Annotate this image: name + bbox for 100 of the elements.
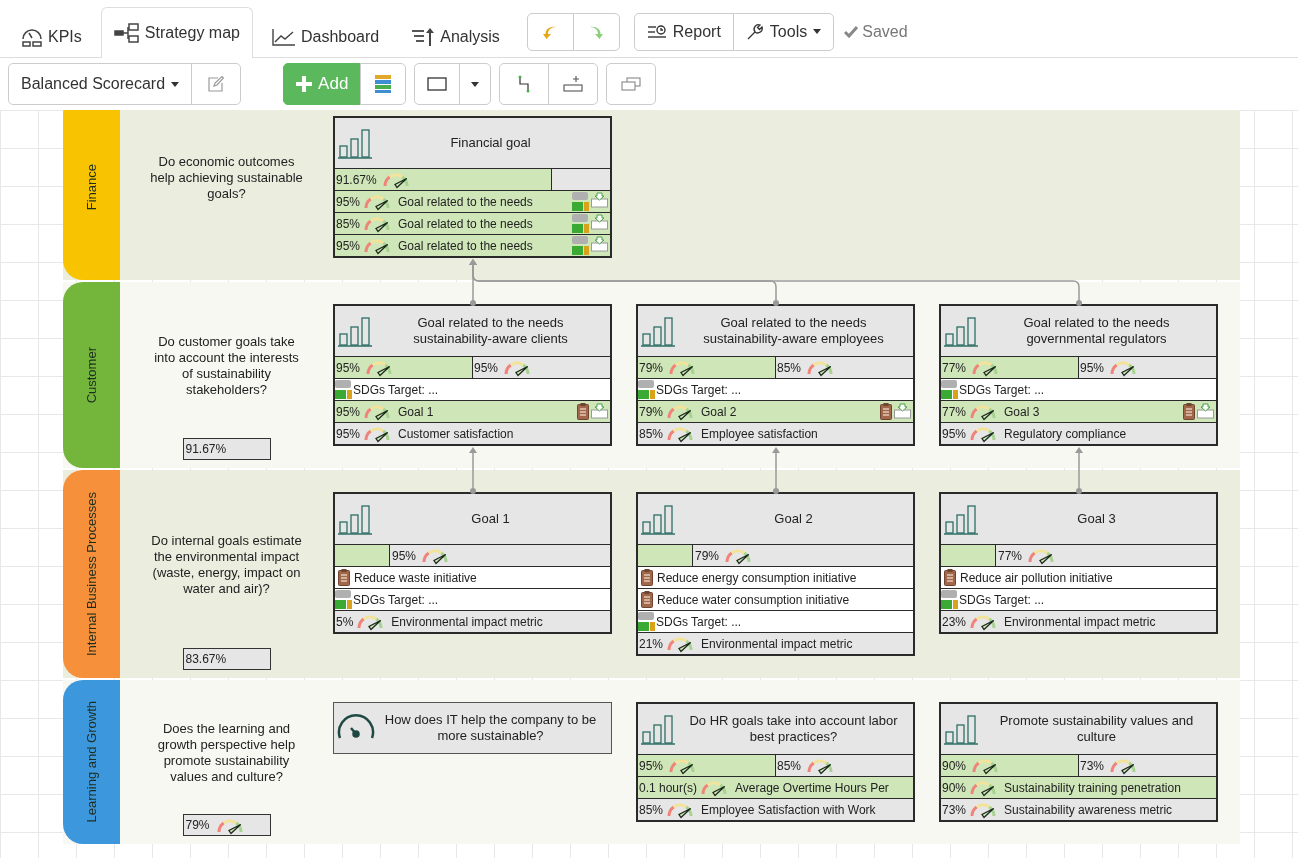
redo-button[interactable] xyxy=(572,12,620,51)
metric-value: 95% xyxy=(1080,359,1105,377)
card-title: Goal related to the needs sustainability-aware clients xyxy=(412,315,569,347)
metric-label: Goal related to the needs xyxy=(398,215,533,233)
row-label: SDGs Target: ... xyxy=(353,381,439,399)
edit-icon xyxy=(208,76,225,92)
metric-value: 90% xyxy=(941,779,967,797)
metric-value: 77% xyxy=(942,359,967,377)
metric-label: Customer satisfaction xyxy=(398,425,514,443)
tools-dropdown[interactable]: Tools xyxy=(732,12,835,51)
hierarchy-icon xyxy=(113,23,140,43)
goal-card[interactable]: Goal 1 95% Reduce waste initiative SDGs Target: ... 5% Environmental impact metric xyxy=(333,492,612,634)
metric-label: Environmental impact metric xyxy=(391,613,543,631)
metric-value: 95% xyxy=(336,359,361,377)
metric-value: 95% xyxy=(335,425,361,443)
layers-button[interactable] xyxy=(360,63,407,105)
sdg-icon xyxy=(941,380,958,399)
tray-download-icon[interactable] xyxy=(591,192,608,208)
goal-card[interactable]: Promote sustainability values and culture 90% 73% 90% Sustainability training penetration 73% Sustainability awareness metric xyxy=(939,702,1218,822)
sdg-icon xyxy=(572,214,589,233)
metric-label: Sustainability training penetration xyxy=(1004,779,1181,797)
metric-value: 5% xyxy=(335,613,354,631)
goal-card[interactable]: Goal related to the needs sustainability-aware clients 95% 95% SDGs Target: ... 95% Goal 1 95% Customer satisfaction xyxy=(333,304,612,446)
card-title: Goal 1 xyxy=(470,511,511,527)
row-label: Reduce water consumption initiative xyxy=(657,591,850,609)
card-title: Promote sustainability values and culture xyxy=(998,713,1195,745)
row-label: SDGs Target: ... xyxy=(353,591,439,609)
metric-label: Employee Satisfaction with Work xyxy=(701,801,876,819)
sdg-icon xyxy=(335,590,352,609)
clipboard-icon xyxy=(641,591,653,608)
group-button[interactable] xyxy=(606,63,657,105)
clipboard-icon xyxy=(880,403,892,420)
tray-download-icon[interactable] xyxy=(591,236,608,252)
perspective-score: 91.67% xyxy=(182,438,271,460)
card-title: How does IT help the company to be more sustainable? xyxy=(383,712,598,744)
undo-button[interactable] xyxy=(526,12,574,51)
add-row-icon xyxy=(563,75,584,93)
clipboard-icon xyxy=(944,569,956,586)
row-label: Reduce energy consumption initiative xyxy=(657,569,857,587)
metric-value: 79% xyxy=(638,403,664,421)
goal-card[interactable]: Goal related to the needs governmental regulators 77% 95% SDGs Target: ... 77% Goal 3 95% Regulatory compliance xyxy=(939,304,1218,446)
add-row-button[interactable] xyxy=(548,63,599,105)
metric-label: Goal related to the needs xyxy=(398,237,533,255)
goal-card[interactable]: Do HR goals take into account labor best practices? 95% 85% 0.1 hour(s) Average Overtime Hours Per 85% Employee Satisfaction with Work xyxy=(636,702,915,822)
metric-label: Goal 1 xyxy=(398,403,434,421)
tab[interactable]: Analysis xyxy=(398,14,513,58)
report-icon xyxy=(646,23,667,40)
card-title: Goal 2 xyxy=(773,511,814,527)
goal-card[interactable]: Goal related to the needs sustainability-aware employees 79% 85% SDGs Target: ... 79% Goal 2 85% Employee satisfaction xyxy=(636,304,915,446)
shape-button[interactable] xyxy=(414,63,461,105)
tray-download-icon[interactable] xyxy=(591,403,608,419)
report-button[interactable]: Report xyxy=(633,12,734,51)
tray-download-icon[interactable] xyxy=(1197,403,1214,419)
tab[interactable]: Strategy map xyxy=(100,7,253,58)
metric-value: 95% xyxy=(392,547,417,565)
lane-title: Learning and Growth xyxy=(82,701,100,823)
stacked-list-icon xyxy=(375,75,392,93)
metric-value: 91.67% xyxy=(336,171,377,189)
perspective-score: 83.67% xyxy=(182,648,271,670)
metric-value: 95% xyxy=(335,193,361,211)
lane-title: Finance xyxy=(82,163,100,211)
metric-label: Average Overtime Hours Per xyxy=(735,779,889,797)
card-title: Do HR goals take into account labor best practices? xyxy=(688,713,899,745)
lane-title: Internal Business Processes xyxy=(82,492,100,656)
gauge-icon xyxy=(21,26,43,47)
metric-value: 23% xyxy=(941,613,967,631)
row-label: SDGs Target: ... xyxy=(959,381,1045,399)
tray-download-icon[interactable] xyxy=(591,214,608,230)
tab[interactable]: KPIs xyxy=(8,14,95,58)
metric-label: Goal 3 xyxy=(1004,403,1040,421)
wrench-icon xyxy=(745,22,764,41)
goal-card[interactable]: Goal 3 77% Reduce air pollution initiative SDGs Target: ... 23% Environmental impact metric xyxy=(939,492,1218,634)
row-label: SDGs Target: ... xyxy=(959,591,1045,609)
connector-button[interactable] xyxy=(499,63,550,105)
line-chart-icon xyxy=(271,27,296,46)
metric-value: 95% xyxy=(335,237,361,255)
goal-card[interactable]: Financial goal 91.67% 95% Goal related to the needs 85% Goal related to the needs 95% Goal related to the needs xyxy=(333,116,612,258)
card-title: Financial goal xyxy=(449,135,532,151)
map-select-dropdown[interactable]: Balanced Scorecard xyxy=(8,63,193,105)
sdg-icon xyxy=(335,380,352,399)
goal-card[interactable]: How does IT help the company to be more sustainable? xyxy=(333,702,612,754)
sort-icon xyxy=(411,27,436,46)
card-title: Goal related to the needs sustainability-aware employees xyxy=(702,315,885,347)
sdg-icon xyxy=(572,236,589,255)
lane-question: Do economic outcomes help achieving sustainable goals? xyxy=(149,153,304,203)
metric-value: 90% xyxy=(942,757,967,775)
goal-card[interactable]: Goal 2 79% Reduce energy consumption initiative Reduce water consumption initiative SDGs Target: ... 21% Environmental impact metric xyxy=(636,492,915,656)
tray-download-icon[interactable] xyxy=(894,403,911,419)
tab[interactable]: Dashboard xyxy=(258,14,393,58)
sdg-icon xyxy=(572,192,589,211)
metric-value: 0.1 hour(s) xyxy=(638,779,698,797)
row-label: Reduce air pollution initiative xyxy=(960,569,1113,587)
edit-button[interactable] xyxy=(191,63,242,105)
lane-question: Do internal goals estimate the environmental impact (waste, energy, impact on water and air)? xyxy=(150,532,303,598)
metric-value: 85% xyxy=(777,359,802,377)
metric-value: 95% xyxy=(639,757,664,775)
metric-value: 85% xyxy=(638,801,664,819)
metric-value: 85% xyxy=(777,757,802,775)
metric-label: Regulatory compliance xyxy=(1004,425,1127,443)
clipboard-icon xyxy=(338,569,350,586)
